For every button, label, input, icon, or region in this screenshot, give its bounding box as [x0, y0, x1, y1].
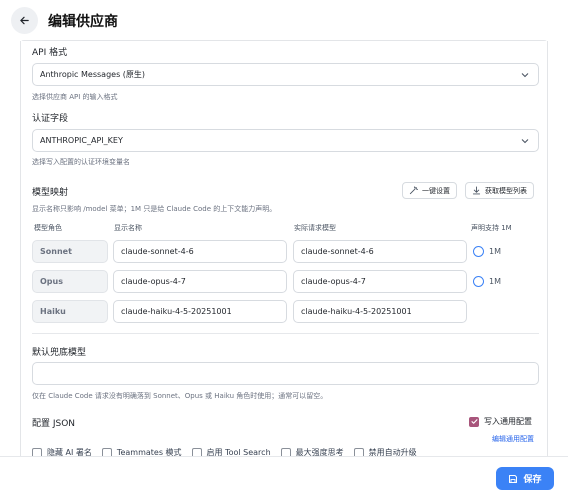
actual-model-input-haiku[interactable]: claude-haiku-4-5-20251001	[293, 300, 467, 323]
column-header-support-1m: 声明支持 1M	[471, 224, 512, 232]
actual-model-input-sonnet[interactable]: claude-sonnet-4-6	[293, 240, 467, 263]
api-format-label: API 格式	[32, 48, 68, 58]
magic-wand-icon	[409, 186, 418, 195]
api-format-select[interactable]: Anthropic Messages (原生)	[32, 63, 539, 86]
footer-bar	[0, 456, 568, 500]
download-icon	[472, 186, 481, 195]
display-name-input-opus[interactable]: claude-opus-4-7	[113, 270, 287, 293]
support-1m-label-sonnet: 1M	[489, 247, 501, 256]
chevron-down-icon	[521, 139, 529, 144]
fetch-model-list-button[interactable]: 获取模型列表	[465, 182, 534, 199]
write-common-config-toggle[interactable]: 写入通用配置	[469, 416, 532, 427]
one-click-setup-button[interactable]: 一键设置	[402, 182, 457, 199]
provider-form-card: API 格式 Anthropic Messages (原生) 选择供应商 API…	[20, 41, 548, 461]
support-1m-label-opus: 1M	[489, 277, 501, 286]
auth-field-value: ANTHROPIC_API_KEY	[40, 136, 123, 145]
save-icon	[509, 474, 518, 483]
section-divider	[32, 333, 539, 334]
fallback-model-input[interactable]	[32, 362, 539, 385]
arrow-left-icon	[20, 16, 29, 25]
model-role-haiku: Haiku	[32, 300, 108, 323]
page-title: 编辑供应商	[48, 14, 118, 30]
one-click-setup-label: 一键设置	[422, 186, 450, 195]
column-header-role: 模型角色	[34, 224, 62, 232]
write-common-config-checkbox[interactable]	[469, 416, 479, 427]
model-role-sonnet: Sonnet	[32, 240, 108, 263]
fallback-model-label: 默认兜底模型	[32, 348, 87, 358]
config-json-label: 配置 JSON	[32, 419, 76, 429]
auth-field-select[interactable]: ANTHROPIC_API_KEY	[32, 129, 539, 152]
api-format-value: Anthropic Messages (原生)	[40, 70, 146, 79]
chevron-down-icon	[521, 73, 529, 78]
column-header-actual: 实际请求模型	[294, 224, 336, 232]
auth-field-label: 认证字段	[32, 114, 69, 124]
display-name-input-haiku[interactable]: claude-haiku-4-5-20251001	[113, 300, 287, 323]
actual-model-input-opus[interactable]: claude-opus-4-7	[293, 270, 467, 293]
model-mapping-label: 模型映射	[32, 188, 69, 198]
save-label: 保存	[523, 475, 542, 485]
header-bar: 编辑供应商	[0, 0, 568, 40]
fetch-model-list-label: 获取模型列表	[485, 186, 527, 195]
save-button[interactable]: 保存	[496, 467, 554, 490]
api-format-helper: 选择供应商 API 的输入格式	[32, 93, 118, 101]
model-mapping-helper: 显示名称只影响 /model 菜单；1M 只是给 Claude Code 的上下…	[32, 205, 277, 213]
model-role-opus: Opus	[32, 270, 108, 293]
checkmark-icon	[470, 419, 478, 424]
support-1m-opus[interactable]: 1M	[473, 276, 501, 287]
display-name-input-sonnet[interactable]: claude-sonnet-4-6	[113, 240, 287, 263]
fallback-model-helper: 仅在 Claude Code 请求没有明确落到 Sonnet、Opus 或 Ha…	[32, 392, 328, 400]
edit-common-config-link[interactable]: 编辑通用配置	[492, 434, 534, 444]
support-1m-sonnet[interactable]: 1M	[473, 246, 501, 257]
write-common-config-label: 写入通用配置	[484, 417, 532, 426]
auth-field-helper: 选择写入配置的认证环境变量名	[32, 158, 130, 166]
back-button[interactable]	[11, 7, 38, 34]
support-1m-radio-opus[interactable]	[473, 276, 484, 287]
column-header-display: 显示名称	[114, 224, 142, 232]
support-1m-radio-sonnet[interactable]	[473, 246, 484, 257]
